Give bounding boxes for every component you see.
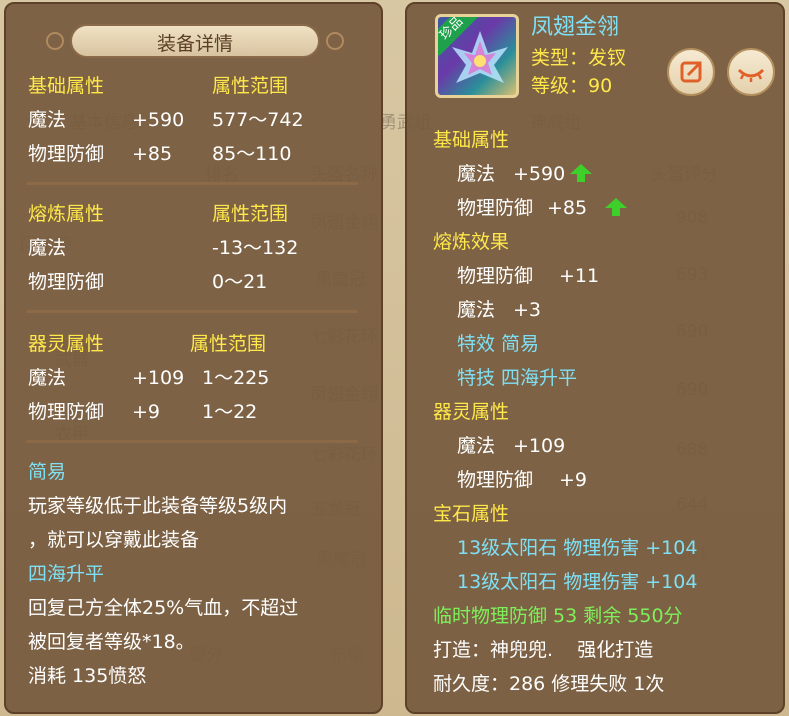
attr-value: +3	[513, 299, 542, 321]
attr-name: 魔法	[28, 367, 67, 389]
skill-name: 简易	[28, 461, 67, 483]
spirit-range-header: 属性范围	[190, 333, 267, 355]
panel-title: 装备详情	[156, 33, 233, 55]
attr-name: 物理防御	[457, 197, 534, 219]
attr-value: +590	[132, 109, 185, 131]
attr-range: -13～132	[212, 237, 299, 259]
attr-value: +85	[547, 197, 588, 219]
smelt-effect-header: 熔炼效果	[433, 231, 510, 253]
share-icon	[680, 61, 702, 83]
item-name: 凤翅金翎	[531, 15, 620, 40]
attr-value: +85	[132, 143, 173, 165]
special-skill: 特技 四海升平	[457, 367, 578, 389]
divider	[26, 182, 358, 185]
skill-description: 玩家等级低于此装备等级5级内	[28, 495, 288, 517]
divider	[26, 440, 358, 443]
maker-line: 打造：神兜兜. 强化打造	[433, 639, 654, 661]
panel-title-plate: 装备详情	[70, 24, 320, 58]
attr-range: 577～742	[212, 109, 304, 131]
attr-range: 1～225	[202, 367, 270, 389]
attr-name: 魔法	[28, 237, 67, 259]
divider	[26, 310, 358, 313]
title-ornament-left	[46, 32, 64, 50]
attr-name: 魔法	[457, 435, 496, 457]
skill-description: 回复己方全体25%气血，不超过	[28, 597, 299, 619]
attr-value: +9	[132, 401, 161, 423]
attr-range: 85～110	[212, 143, 292, 165]
attr-value: +109	[513, 435, 566, 457]
share-button[interactable]	[667, 48, 715, 96]
item-type: 类型：发钗	[531, 47, 627, 69]
attr-name: 物理防御	[28, 401, 105, 423]
temp-defense-line: 临时物理防御 53 剩余 550分	[433, 605, 683, 627]
attr-name: 魔法	[457, 163, 496, 185]
title-ornament-right	[326, 32, 344, 50]
equipment-detail-panel: 装备详情 基础属性 属性范围 魔法 +590 577～742 物理防御 +85 …	[4, 2, 383, 714]
attr-range: 1～22	[202, 401, 258, 423]
hide-button[interactable]	[727, 48, 775, 96]
base-attr-header: 基础属性	[433, 129, 510, 151]
gem-row: 13级太阳石 物理伤害 +104	[457, 537, 698, 559]
attr-value: +109	[132, 367, 185, 389]
skill-cost: 消耗 135愤怒	[28, 665, 147, 687]
eye-closed-icon	[737, 68, 765, 82]
skill-description: 被回复者等级*18。	[28, 631, 195, 653]
attr-range: 0～21	[212, 271, 268, 293]
attr-name: 魔法	[28, 109, 67, 131]
attr-value: +590	[513, 163, 566, 185]
attr-name: 魔法	[457, 299, 496, 321]
durability-line: 耐久度：286 修理失败 1次	[433, 673, 665, 695]
spirit-attr-header: 器灵属性	[433, 401, 510, 423]
item-level: 等级：90	[531, 75, 613, 97]
special-effect: 特效 简易	[457, 333, 540, 355]
attr-value: +11	[559, 265, 600, 287]
attr-name: 物理防御	[28, 143, 105, 165]
base-range-header: 属性范围	[212, 75, 289, 97]
item-icon[interactable]: 珍品	[435, 14, 519, 98]
smelt-range-header: 属性范围	[212, 203, 289, 225]
base-attr-header: 基础属性	[28, 75, 105, 97]
smelt-attr-header: 熔炼属性	[28, 203, 105, 225]
skill-name: 四海升平	[28, 563, 105, 585]
skill-description: ，就可以穿戴此装备	[28, 529, 200, 551]
attr-name: 物理防御	[28, 271, 105, 293]
gem-row: 13级太阳石 物理伤害 +104	[457, 571, 698, 593]
spirit-attr-header: 器灵属性	[28, 333, 105, 355]
gem-attr-header: 宝石属性	[433, 503, 510, 525]
attr-name: 物理防御	[457, 265, 534, 287]
item-tooltip-panel: 珍品 凤翅金翎 类型：发钗 等级：90 基础属性 魔法 +590 物理防御 +8…	[405, 2, 785, 714]
attr-value: +9	[559, 469, 588, 491]
attr-name: 物理防御	[457, 469, 534, 491]
